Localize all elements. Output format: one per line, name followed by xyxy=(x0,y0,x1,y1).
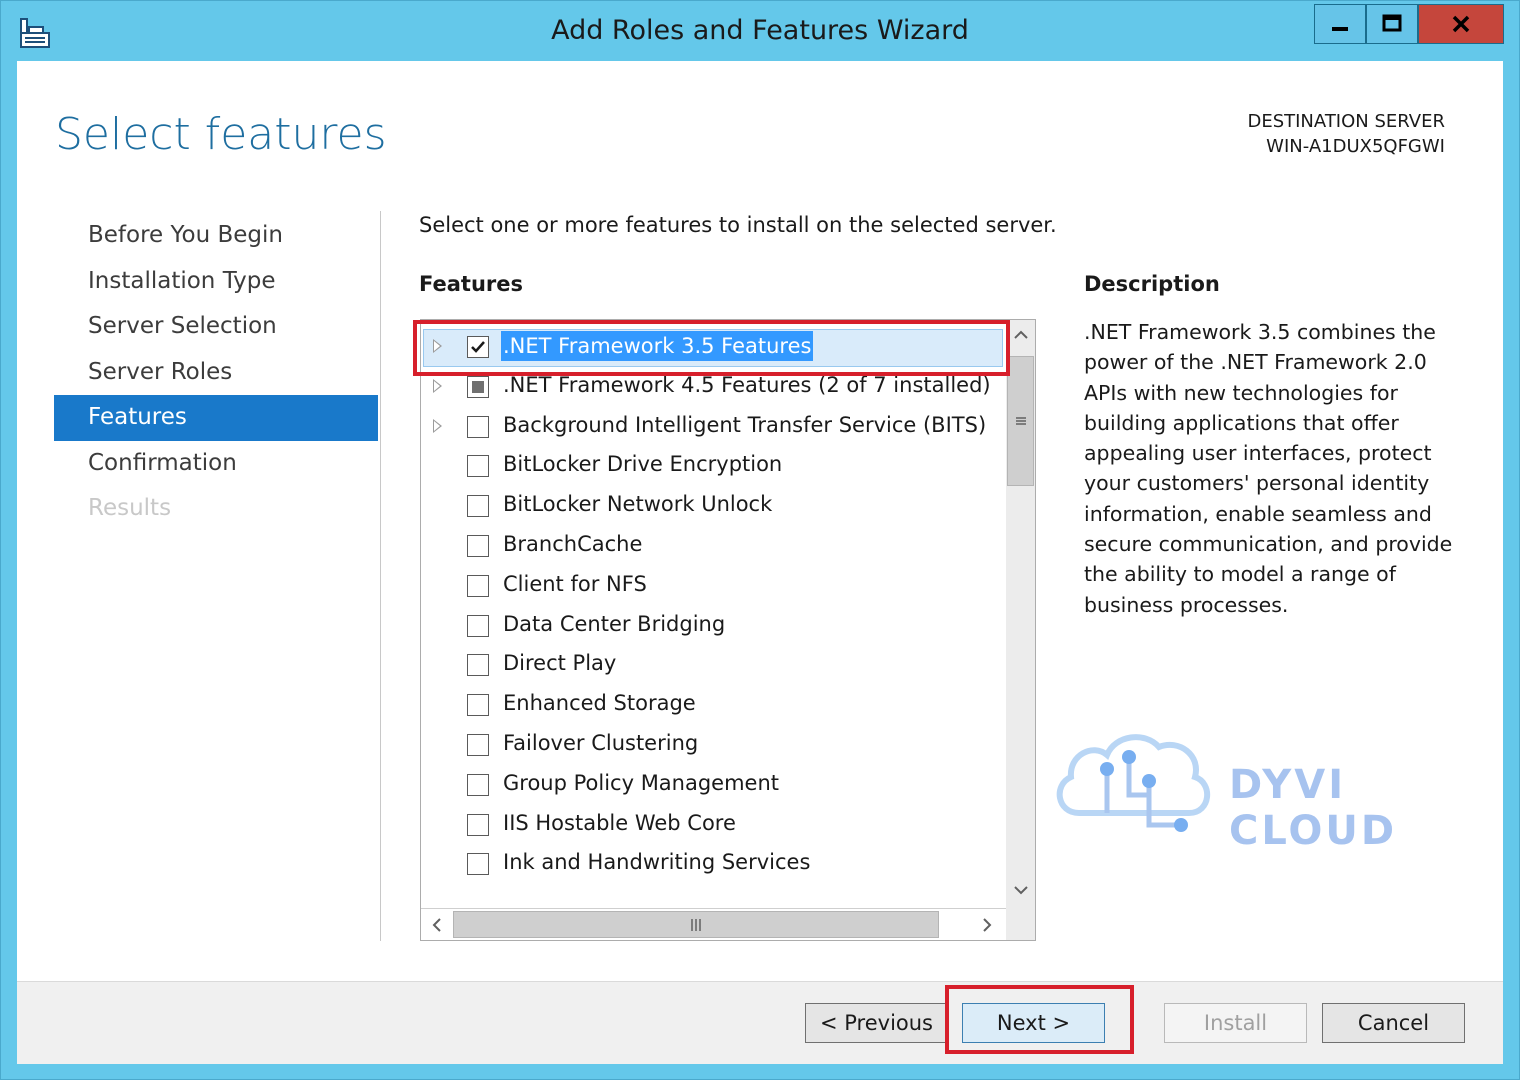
feature-checkbox[interactable] xyxy=(467,574,489,597)
feature-checkbox[interactable] xyxy=(467,733,489,756)
feature-row[interactable]: Enhanced Storage xyxy=(421,686,1006,726)
feature-checkbox[interactable] xyxy=(467,495,489,518)
highlight-box-next xyxy=(945,985,1134,1054)
destination-label: DESTINATION SERVER xyxy=(1247,111,1445,132)
feature-row[interactable]: Group Policy Management xyxy=(421,766,1006,806)
feature-label: Direct Play xyxy=(503,651,617,676)
chevron-left-icon xyxy=(432,918,441,932)
nav-divider xyxy=(380,211,381,941)
feature-checkbox[interactable] xyxy=(467,813,489,836)
description-text: .NET Framework 3.5 combines the power of… xyxy=(1084,320,1453,617)
minimize-icon xyxy=(1332,27,1348,31)
window-title: Add Roles and Features Wizard xyxy=(551,15,969,46)
feature-label: Enhanced Storage xyxy=(503,691,696,716)
feature-row[interactable]: Client for NFS xyxy=(421,567,1006,607)
feature-checkbox[interactable] xyxy=(467,853,489,876)
feature-label: .NET Framework 4.5 Features (2 of 7 inst… xyxy=(503,372,991,397)
feature-checkbox[interactable] xyxy=(467,415,489,438)
nav-item-before-you-begin[interactable]: Before You Begin xyxy=(54,213,378,259)
vertical-scrollbar[interactable] xyxy=(1006,320,1035,940)
feature-label: BitLocker Drive Encryption xyxy=(503,452,783,477)
nav-item-server-selection[interactable]: Server Selection xyxy=(54,304,378,350)
close-icon xyxy=(1452,15,1470,33)
scroll-down-button[interactable] xyxy=(1006,875,1035,905)
nav-item-confirmation[interactable]: Confirmation xyxy=(54,441,378,487)
horizontal-scroll-thumb[interactable] xyxy=(453,911,939,938)
grip-icon xyxy=(1015,417,1026,425)
expand-triangle-icon[interactable] xyxy=(433,378,442,393)
feature-row[interactable]: IIS Hostable Web Core xyxy=(421,806,1006,846)
instruction-text: Select one or more features to install o… xyxy=(419,213,1057,237)
feature-row[interactable]: Ink and Handwriting Services xyxy=(421,845,1006,885)
chevron-up-icon xyxy=(1014,330,1028,339)
install-button: Install xyxy=(1164,1003,1307,1043)
wizard-nav: Before You Begin Installation Type Serve… xyxy=(54,213,378,532)
feature-label: BranchCache xyxy=(503,531,643,556)
features-tree[interactable]: .NET Framework 3.5 Features .NET Framewor… xyxy=(420,319,1036,941)
scrollbar-corner xyxy=(1006,908,1035,940)
highlight-box-net35 xyxy=(413,320,1010,376)
feature-row[interactable]: Background Intelligent Transfer Service … xyxy=(421,408,1006,448)
nav-item-server-roles[interactable]: Server Roles xyxy=(54,350,378,396)
feature-checkbox[interactable] xyxy=(467,773,489,796)
feature-checkbox[interactable] xyxy=(467,375,489,398)
vertical-scroll-thumb[interactable] xyxy=(1007,356,1034,486)
partial-check-indicator xyxy=(472,380,484,393)
feature-label: BitLocker Network Unlock xyxy=(503,492,773,517)
horizontal-scrollbar[interactable] xyxy=(421,908,1006,940)
expand-triangle-icon[interactable] xyxy=(433,418,442,433)
wizard-footer: < Previous Next > Install Cancel xyxy=(17,981,1503,1064)
feature-checkbox[interactable] xyxy=(467,455,489,478)
maximize-icon xyxy=(1382,14,1402,32)
destination-server-info: DESTINATION SERVER WIN-A1DUX5QFGWI xyxy=(1247,109,1445,159)
cloud-circuit-icon xyxy=(1056,734,1211,832)
scroll-left-button[interactable] xyxy=(421,909,453,940)
nav-item-results: Results xyxy=(88,495,172,521)
watermark-text: DYVI CLOUD xyxy=(1229,762,1398,854)
watermark-logo: DYVI CLOUD xyxy=(1049,725,1509,854)
feature-label: Ink and Handwriting Services xyxy=(503,850,811,875)
wizard-window: Add Roles and Features Wizard Select fea… xyxy=(0,0,1520,1080)
maximize-button[interactable] xyxy=(1366,4,1418,44)
destination-server-name: WIN-A1DUX5QFGWI xyxy=(1266,136,1445,157)
feature-checkbox[interactable] xyxy=(467,694,489,717)
features-heading: Features xyxy=(419,272,523,296)
feature-checkbox[interactable] xyxy=(467,534,489,557)
feature-row[interactable]: BranchCache xyxy=(421,527,1006,567)
feature-label: Background Intelligent Transfer Service … xyxy=(503,412,987,437)
feature-label: Failover Clustering xyxy=(503,730,699,755)
feature-row[interactable]: Data Center Bridging xyxy=(421,607,1006,647)
chevron-right-icon xyxy=(983,918,992,932)
description-heading: Description xyxy=(1084,272,1220,296)
cancel-button[interactable]: Cancel xyxy=(1322,1003,1465,1043)
feature-label: Data Center Bridging xyxy=(503,611,726,636)
feature-checkbox[interactable] xyxy=(467,614,489,637)
grip-icon xyxy=(691,918,701,931)
feature-checkbox[interactable] xyxy=(467,654,489,677)
feature-label: Client for NFS xyxy=(503,571,647,596)
minimize-button[interactable] xyxy=(1314,4,1366,44)
feature-row[interactable]: Failover Clustering xyxy=(421,726,1006,766)
chevron-down-icon xyxy=(1014,886,1028,895)
scroll-up-button[interactable] xyxy=(1006,320,1035,350)
feature-row[interactable]: Direct Play xyxy=(421,646,1006,686)
feature-row[interactable]: BitLocker Drive Encryption xyxy=(421,447,1006,487)
nav-item-installation-type[interactable]: Installation Type xyxy=(54,259,378,305)
previous-button[interactable]: < Previous xyxy=(805,1003,948,1043)
page-title: Select features xyxy=(55,109,387,160)
scroll-right-button[interactable] xyxy=(971,909,1003,940)
nav-item-features[interactable]: Features xyxy=(54,395,378,441)
feature-row[interactable]: BitLocker Network Unlock xyxy=(421,487,1006,527)
feature-label: Group Policy Management xyxy=(503,770,780,795)
feature-label: IIS Hostable Web Core xyxy=(503,810,736,835)
features-list: .NET Framework 3.5 Features .NET Framewor… xyxy=(421,328,1006,885)
title-bar[interactable]: Add Roles and Features Wizard xyxy=(1,1,1519,61)
wizard-client-area: Select features DESTINATION SERVER WIN-A… xyxy=(17,61,1503,1064)
close-button[interactable] xyxy=(1418,4,1504,44)
